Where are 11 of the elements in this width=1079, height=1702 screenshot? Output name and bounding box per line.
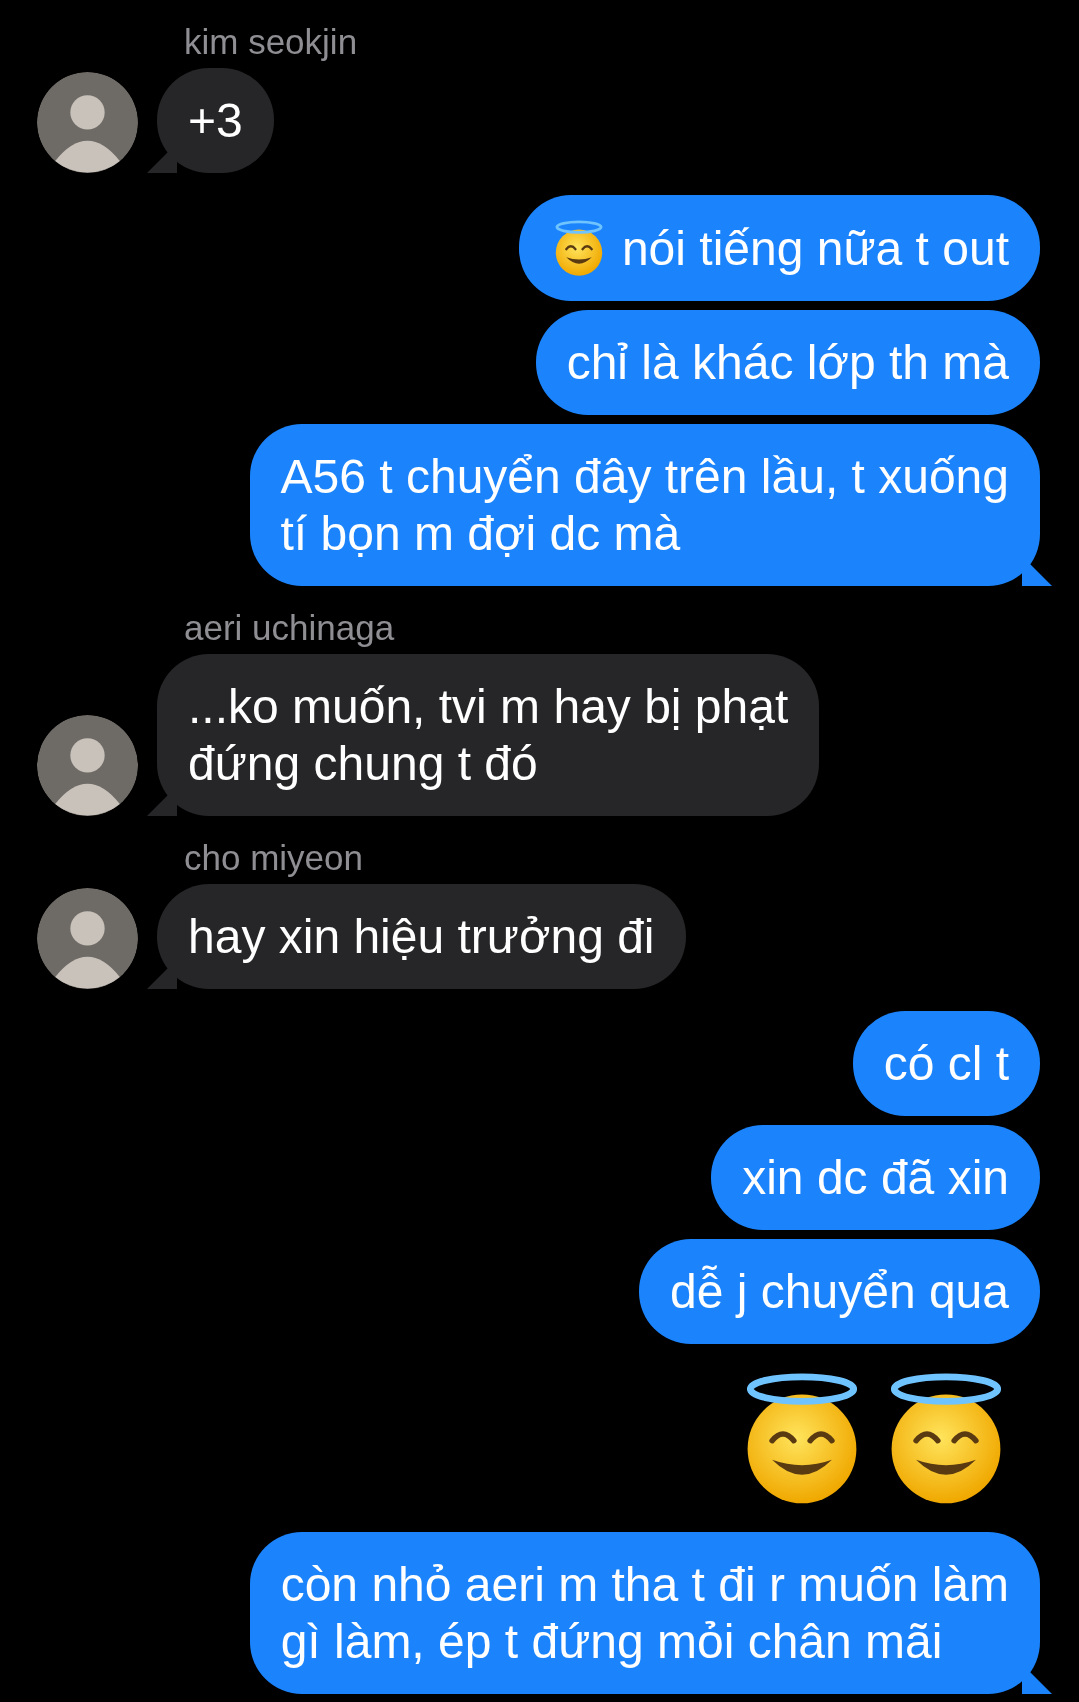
avatar-icon [37,888,138,989]
message-bubble: dễ j chuyển qua [639,1239,1040,1344]
message-bubble: xin dc đã xin [711,1125,1040,1230]
message-bubble: nói tiếng nữa t out [518,195,1040,301]
avatar-icon [37,72,138,173]
message-bubble: có cl t [852,1011,1040,1116]
sender-name: cho miyeon [184,838,363,878]
message-bubble: chỉ là khác lớp th mà [535,310,1040,415]
sender-name: aeri uchinaga [184,608,395,648]
sender-name: kim seokjin [184,22,358,62]
avatar-icon [37,715,138,816]
